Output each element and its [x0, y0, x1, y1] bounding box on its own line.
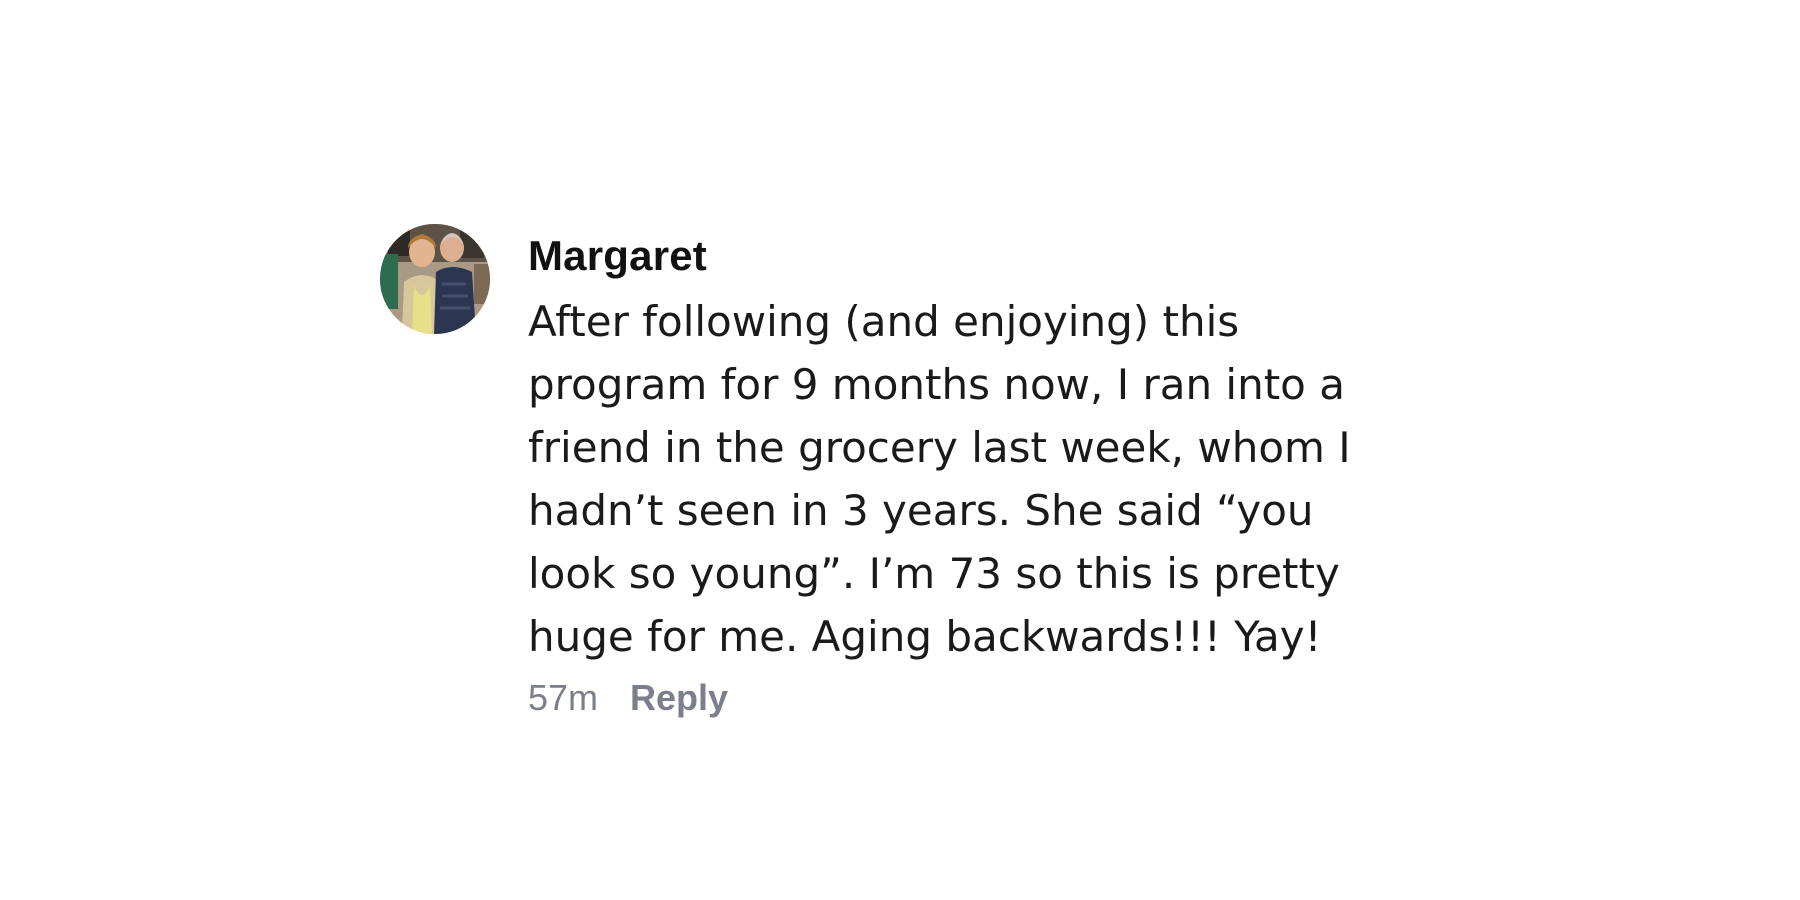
comment-text: After following (and enjoying) this prog… — [528, 297, 1351, 661]
comment-meta: 57m Reply — [528, 674, 1388, 722]
reply-button[interactable]: Reply — [630, 674, 728, 722]
author-name[interactable]: Margaret — [528, 230, 1388, 282]
comment: Margaret After following (and enjoying) … — [380, 224, 1388, 722]
user-avatar-icon[interactable] — [380, 224, 490, 334]
comment-body: Margaret After following (and enjoying) … — [528, 230, 1388, 722]
comment-timestamp: 57m — [528, 677, 599, 718]
